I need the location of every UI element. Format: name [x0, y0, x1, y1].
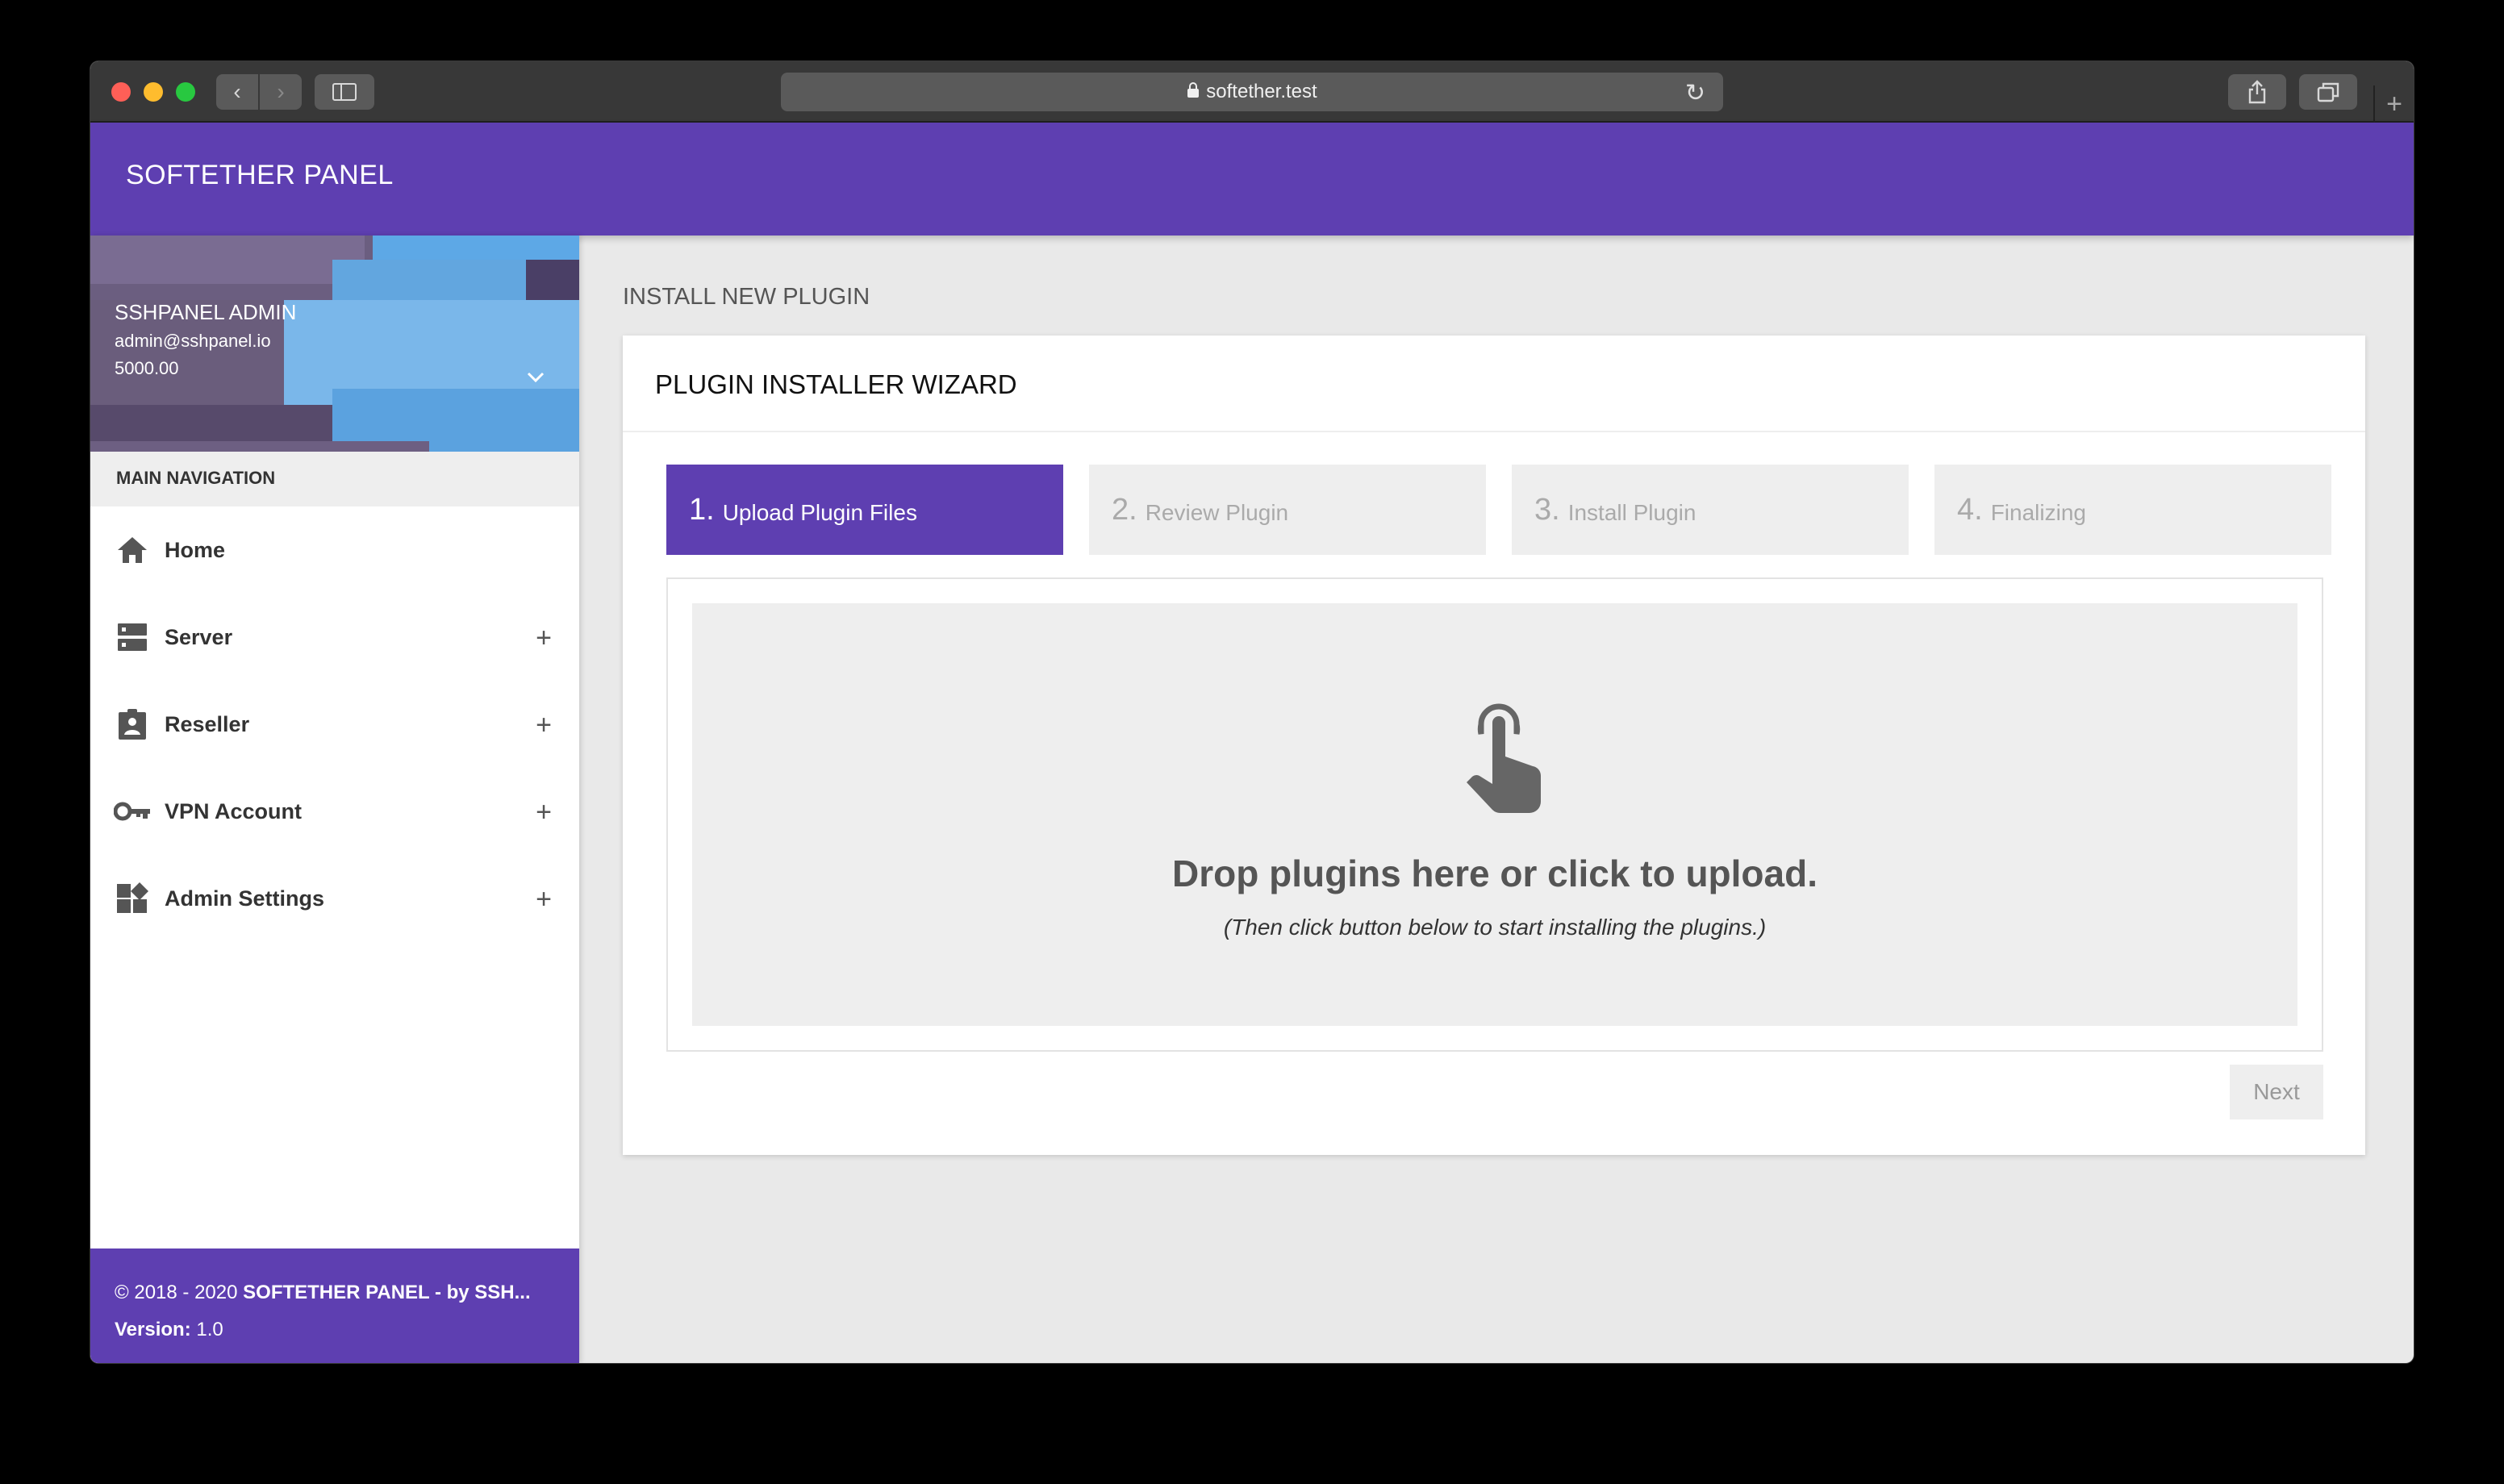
- sidebar-item-admin-settings[interactable]: Admin Settings +: [90, 855, 579, 942]
- sidebar-toggle-button[interactable]: [315, 74, 374, 110]
- plugin-dropzone[interactable]: Drop plugins here or click to upload. (T…: [692, 603, 2297, 1026]
- step-number: 1.: [689, 492, 715, 527]
- expand-icon[interactable]: +: [536, 884, 552, 915]
- step-number: 2.: [1112, 492, 1137, 527]
- sidebar-item-server[interactable]: Server +: [90, 594, 579, 681]
- share-icon: [2248, 80, 2266, 104]
- reload-icon[interactable]: ↻: [1685, 79, 1705, 107]
- user-balance: 5000.00: [115, 358, 179, 378]
- main-navigation-header: MAIN NAVIGATION: [90, 452, 579, 506]
- sidebar-item-label: Admin Settings: [165, 886, 325, 911]
- widgets-icon: [111, 877, 153, 919]
- step-install-plugin[interactable]: 3. Install Plugin: [1512, 465, 1909, 555]
- step-label: Review Plugin: [1145, 500, 1289, 525]
- user-email: admin@sshpanel.io: [115, 331, 271, 351]
- expand-icon[interactable]: +: [536, 710, 552, 741]
- browser-window: ‹ › softether.test ↻ + SOFTETHER PANEL S…: [90, 61, 2414, 1363]
- copyright-line: © 2018 - 2020 SOFTETHER PANEL - by SSH..…: [115, 1282, 531, 1303]
- sidebar-icon: [332, 83, 357, 101]
- share-button[interactable]: [2228, 74, 2286, 110]
- sidebar-item-label: Home: [165, 537, 226, 562]
- back-button[interactable]: ‹: [216, 74, 258, 110]
- dropzone-container: Drop plugins here or click to upload. (T…: [666, 577, 2323, 1052]
- step-finalizing[interactable]: 4. Finalizing: [1934, 465, 2331, 555]
- sidebar-item-label: Reseller: [165, 711, 250, 736]
- assignment-ind-icon: [111, 703, 153, 745]
- step-label: Install Plugin: [1567, 500, 1696, 525]
- home-icon: [111, 529, 153, 571]
- step-number: 4.: [1957, 492, 1983, 527]
- page-title: INSTALL NEW PLUGIN: [623, 284, 870, 310]
- expand-icon[interactable]: +: [536, 623, 552, 654]
- app-header: SOFTETHER PANEL: [90, 123, 2414, 236]
- expand-icon[interactable]: +: [536, 797, 552, 828]
- sidebar-item-label: VPN Account: [165, 798, 303, 823]
- plus-icon: +: [2386, 88, 2402, 119]
- brand-title[interactable]: SOFTETHER PANEL: [126, 160, 394, 191]
- step-number: 3.: [1534, 492, 1560, 527]
- lock-icon: [1187, 81, 1200, 102]
- version-line: Version: 1.0: [115, 1319, 223, 1340]
- dropzone-title: Drop plugins here or click to upload.: [1172, 852, 1817, 894]
- address-bar[interactable]: softether.test ↻: [781, 73, 1723, 111]
- wizard-steps: 1. Upload Plugin Files 2. Review Plugin …: [666, 465, 2331, 555]
- dropzone-subtitle: (Then click button below to start instal…: [1223, 915, 1767, 940]
- show-tabs-button[interactable]: [2299, 74, 2357, 110]
- sidebar-item-reseller[interactable]: Reseller +: [90, 681, 579, 768]
- user-name: SSHPANEL ADMIN: [115, 300, 297, 324]
- chevron-left-icon: ‹: [233, 79, 241, 104]
- browser-toolbar: ‹ › softether.test ↻ +: [90, 61, 2414, 123]
- zoom-window-button[interactable]: [176, 82, 195, 102]
- touch-app-icon: [1459, 698, 1547, 819]
- forward-button[interactable]: ›: [260, 74, 302, 110]
- sidebar-item-label: Server: [165, 624, 233, 649]
- chevron-right-icon: ›: [277, 79, 285, 104]
- next-button[interactable]: Next: [2230, 1065, 2323, 1119]
- minimize-window-button[interactable]: [144, 82, 163, 102]
- tabs-icon: [2317, 82, 2339, 102]
- sidebar: SSHPANEL ADMIN admin@sshpanel.io 5000.00…: [90, 236, 579, 1363]
- sidebar-footer: © 2018 - 2020 SOFTETHER PANEL - by SSH..…: [90, 1248, 579, 1363]
- server-icon: [111, 616, 153, 658]
- step-review-plugin[interactable]: 2. Review Plugin: [1089, 465, 1486, 555]
- close-window-button[interactable]: [111, 82, 131, 102]
- step-label: Upload Plugin Files: [722, 500, 917, 525]
- key-icon: [111, 790, 153, 832]
- user-info-panel: SSHPANEL ADMIN admin@sshpanel.io 5000.00: [90, 236, 579, 452]
- copyright-brand: SOFTETHER PANEL - by SSH...: [243, 1282, 531, 1303]
- version-value: 1.0: [190, 1319, 223, 1340]
- sidebar-item-vpn-account[interactable]: VPN Account +: [90, 768, 579, 855]
- wizard-title: PLUGIN INSTALLER WIZARD: [623, 336, 2365, 432]
- new-tab-button[interactable]: +: [2373, 85, 2414, 123]
- url-text: softether.test: [1206, 81, 1317, 102]
- step-upload-plugin-files[interactable]: 1. Upload Plugin Files: [666, 465, 1063, 555]
- step-label: Finalizing: [1990, 500, 2086, 525]
- sidebar-item-home[interactable]: Home: [90, 506, 579, 594]
- plugin-installer-card: PLUGIN INSTALLER WIZARD 1. Upload Plugin…: [623, 336, 2365, 1155]
- chevron-down-icon[interactable]: [526, 365, 545, 390]
